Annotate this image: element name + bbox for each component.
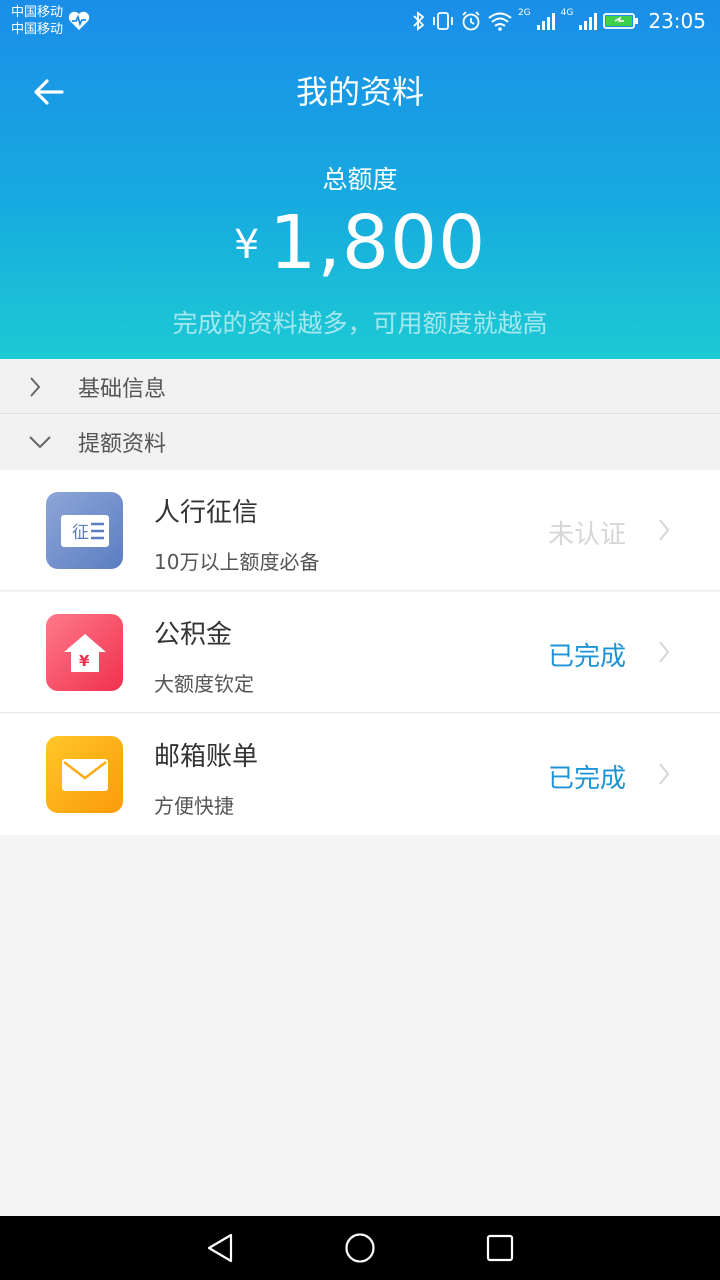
svg-text:¥: ¥ bbox=[79, 652, 90, 670]
back-button[interactable] bbox=[26, 72, 72, 112]
item-status: 已完成 bbox=[547, 764, 626, 794]
chevron-right-icon bbox=[659, 519, 670, 541]
alarm-icon bbox=[462, 11, 480, 31]
vibrate-icon bbox=[433, 12, 453, 30]
carrier-2: 中国移动 bbox=[11, 22, 64, 37]
clock: 23:05 bbox=[648, 9, 706, 33]
item-subtitle: 大额度钦定 bbox=[154, 672, 254, 696]
triangle-back-icon bbox=[207, 1233, 233, 1263]
item-status: 已完成 bbox=[547, 642, 626, 672]
network-type-1: 2G bbox=[517, 8, 531, 18]
item-title: 公积金 bbox=[154, 620, 233, 650]
chevron-right-icon bbox=[659, 641, 670, 663]
section-label: 基础信息 bbox=[78, 376, 167, 402]
list-item-housing-fund[interactable]: ¥ 公积金 大额度钦定 已完成 bbox=[0, 592, 720, 713]
chevron-down-icon bbox=[29, 436, 51, 449]
list-item-credit-report[interactable]: 征 人行征信 10万以上额度必备 未认证 bbox=[0, 470, 720, 591]
item-title: 人行征信 bbox=[154, 498, 259, 528]
arrow-left-icon bbox=[34, 79, 64, 105]
item-title: 邮箱账单 bbox=[154, 742, 259, 772]
signal-2-icon bbox=[579, 13, 598, 30]
chevron-right-icon bbox=[659, 763, 670, 785]
section-basic-info[interactable]: 基础信息 bbox=[0, 360, 720, 414]
header: 中国移动 中国移动 2G 4G 23:05 我的资料 总额度 ¥1,800 完成… bbox=[0, 0, 720, 359]
item-subtitle: 方便快捷 bbox=[154, 794, 234, 818]
svg-text:征: 征 bbox=[72, 523, 89, 543]
item-subtitle: 10万以上额度必备 bbox=[154, 550, 320, 574]
nav-home-button[interactable] bbox=[330, 1218, 390, 1278]
status-bar: 中国移动 中国移动 2G 4G 23:05 bbox=[0, 0, 720, 42]
credit-report-icon: 征 bbox=[46, 492, 123, 569]
circle-home-icon bbox=[345, 1233, 375, 1263]
carrier-1: 中国移动 bbox=[11, 5, 64, 20]
nav-back-button[interactable] bbox=[190, 1218, 250, 1278]
carrier-info: 中国移动 中国移动 bbox=[11, 4, 63, 38]
list-item-email-bill[interactable]: 邮箱账单 方便快捷 已完成 bbox=[0, 714, 720, 835]
chevron-right-icon bbox=[30, 376, 41, 397]
house-fund-icon: ¥ bbox=[46, 614, 123, 691]
item-status: 未认证 bbox=[547, 520, 626, 550]
network-type-2: 4G bbox=[560, 8, 574, 18]
quota-hint: 完成的资料越多，可用额度就越高 bbox=[172, 309, 548, 338]
battery-icon bbox=[603, 13, 639, 29]
bluetooth-icon bbox=[413, 11, 425, 31]
system-nav-bar bbox=[0, 1216, 720, 1280]
total-quota-amount: ¥1,800 bbox=[0, 200, 720, 286]
page-title: 我的资料 bbox=[295, 73, 424, 111]
health-heart-icon bbox=[68, 11, 90, 30]
square-recents-icon bbox=[486, 1234, 514, 1262]
mail-icon bbox=[46, 736, 123, 813]
signal-1-icon bbox=[536, 13, 555, 30]
amount-value: 1,800 bbox=[269, 200, 487, 286]
currency-symbol: ¥ bbox=[233, 222, 260, 268]
section-quota-materials[interactable]: 提额资料 bbox=[0, 415, 720, 469]
wifi-icon bbox=[488, 12, 512, 31]
nav-recents-button[interactable] bbox=[470, 1218, 530, 1278]
status-icons: 2G 4G 23:05 bbox=[412, 8, 706, 34]
nav-bar: 我的资料 bbox=[0, 52, 720, 132]
total-quota-label: 总额度 bbox=[322, 165, 398, 194]
section-label: 提额资料 bbox=[78, 432, 167, 457]
